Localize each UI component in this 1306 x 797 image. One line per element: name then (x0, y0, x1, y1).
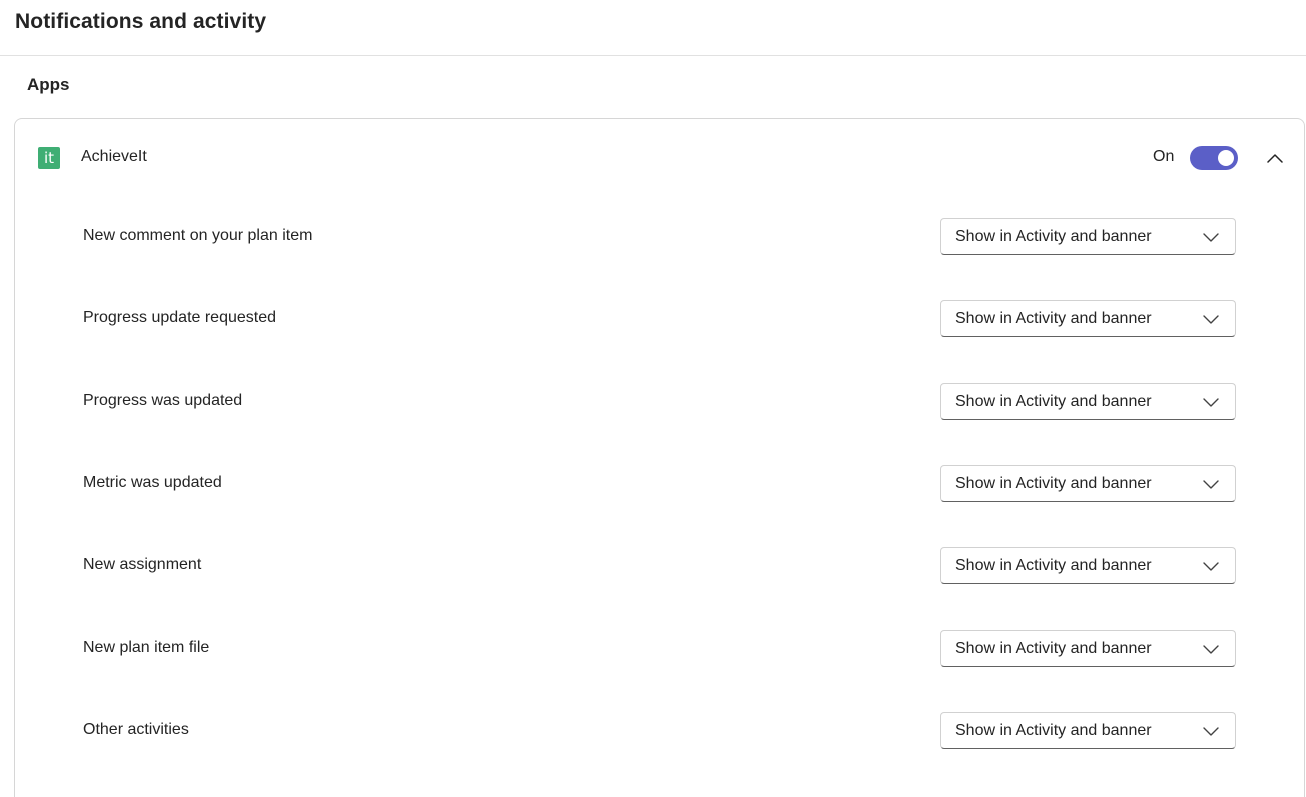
chevron-down-icon (1203, 480, 1219, 489)
setting-row: New comment on your plan item Show in Act… (15, 218, 1304, 258)
achieveit-app-icon: it (38, 147, 60, 169)
apps-section-title: Apps (27, 75, 70, 94)
setting-label: New plan item file (83, 639, 210, 656)
notification-option-dropdown[interactable]: Show in Activity and banner (940, 218, 1236, 255)
collapse-button[interactable] (1263, 147, 1287, 169)
dropdown-selected-value: Show in Activity and banner (955, 722, 1152, 739)
setting-label: New comment on your plan item (83, 227, 313, 244)
chevron-down-icon (1203, 645, 1219, 654)
setting-label: New assignment (83, 556, 202, 573)
notification-option-dropdown[interactable]: Show in Activity and banner (940, 712, 1236, 749)
page-title: Notifications and activity (15, 10, 267, 33)
app-notifications-toggle[interactable] (1190, 146, 1238, 170)
setting-label: Other activities (83, 721, 189, 738)
dropdown-selected-value: Show in Activity and banner (955, 393, 1152, 410)
app-card: it AchieveIt On New comment on your plan… (14, 118, 1305, 797)
toggle-state-label: On (1153, 148, 1175, 165)
setting-row: Progress update requested Show in Activit… (15, 300, 1304, 340)
chevron-up-icon (1267, 154, 1283, 163)
app-name: AchieveIt (81, 148, 147, 165)
setting-row: New assignment Show in Activity and banne… (15, 547, 1304, 587)
chevron-down-icon (1203, 562, 1219, 571)
dropdown-selected-value: Show in Activity and banner (955, 475, 1152, 492)
dropdown-selected-value: Show in Activity and banner (955, 557, 1152, 574)
setting-row: Other activities Show in Activity and ban… (15, 712, 1304, 752)
page-header: Notifications and activity (0, 0, 1306, 56)
dropdown-selected-value: Show in Activity and banner (955, 310, 1152, 327)
notification-option-dropdown[interactable]: Show in Activity and banner (940, 547, 1236, 584)
app-header-row: it AchieveIt On (15, 119, 1304, 197)
setting-row: Progress was updated Show in Activity and… (15, 383, 1304, 423)
chevron-down-icon (1203, 727, 1219, 736)
notification-option-dropdown[interactable]: Show in Activity and banner (940, 465, 1236, 502)
setting-label: Progress was updated (83, 392, 243, 409)
setting-label: Metric was updated (83, 474, 222, 491)
notification-option-dropdown[interactable]: Show in Activity and banner (940, 383, 1236, 420)
setting-row: New plan item file Show in Activity and b… (15, 630, 1304, 670)
setting-label: Progress update requested (83, 309, 277, 326)
chevron-down-icon (1203, 315, 1219, 324)
notification-option-dropdown[interactable]: Show in Activity and banner (940, 300, 1236, 337)
toggle-knob (1218, 150, 1234, 166)
dropdown-selected-value: Show in Activity and banner (955, 228, 1152, 245)
notification-option-dropdown[interactable]: Show in Activity and banner (940, 630, 1236, 667)
setting-row: Metric was updated Show in Activity and b… (15, 465, 1304, 505)
chevron-down-icon (1203, 398, 1219, 407)
chevron-down-icon (1203, 233, 1219, 242)
notifications-page: Notifications and activity Apps it Achie… (0, 0, 1306, 797)
dropdown-selected-value: Show in Activity and banner (955, 640, 1152, 657)
